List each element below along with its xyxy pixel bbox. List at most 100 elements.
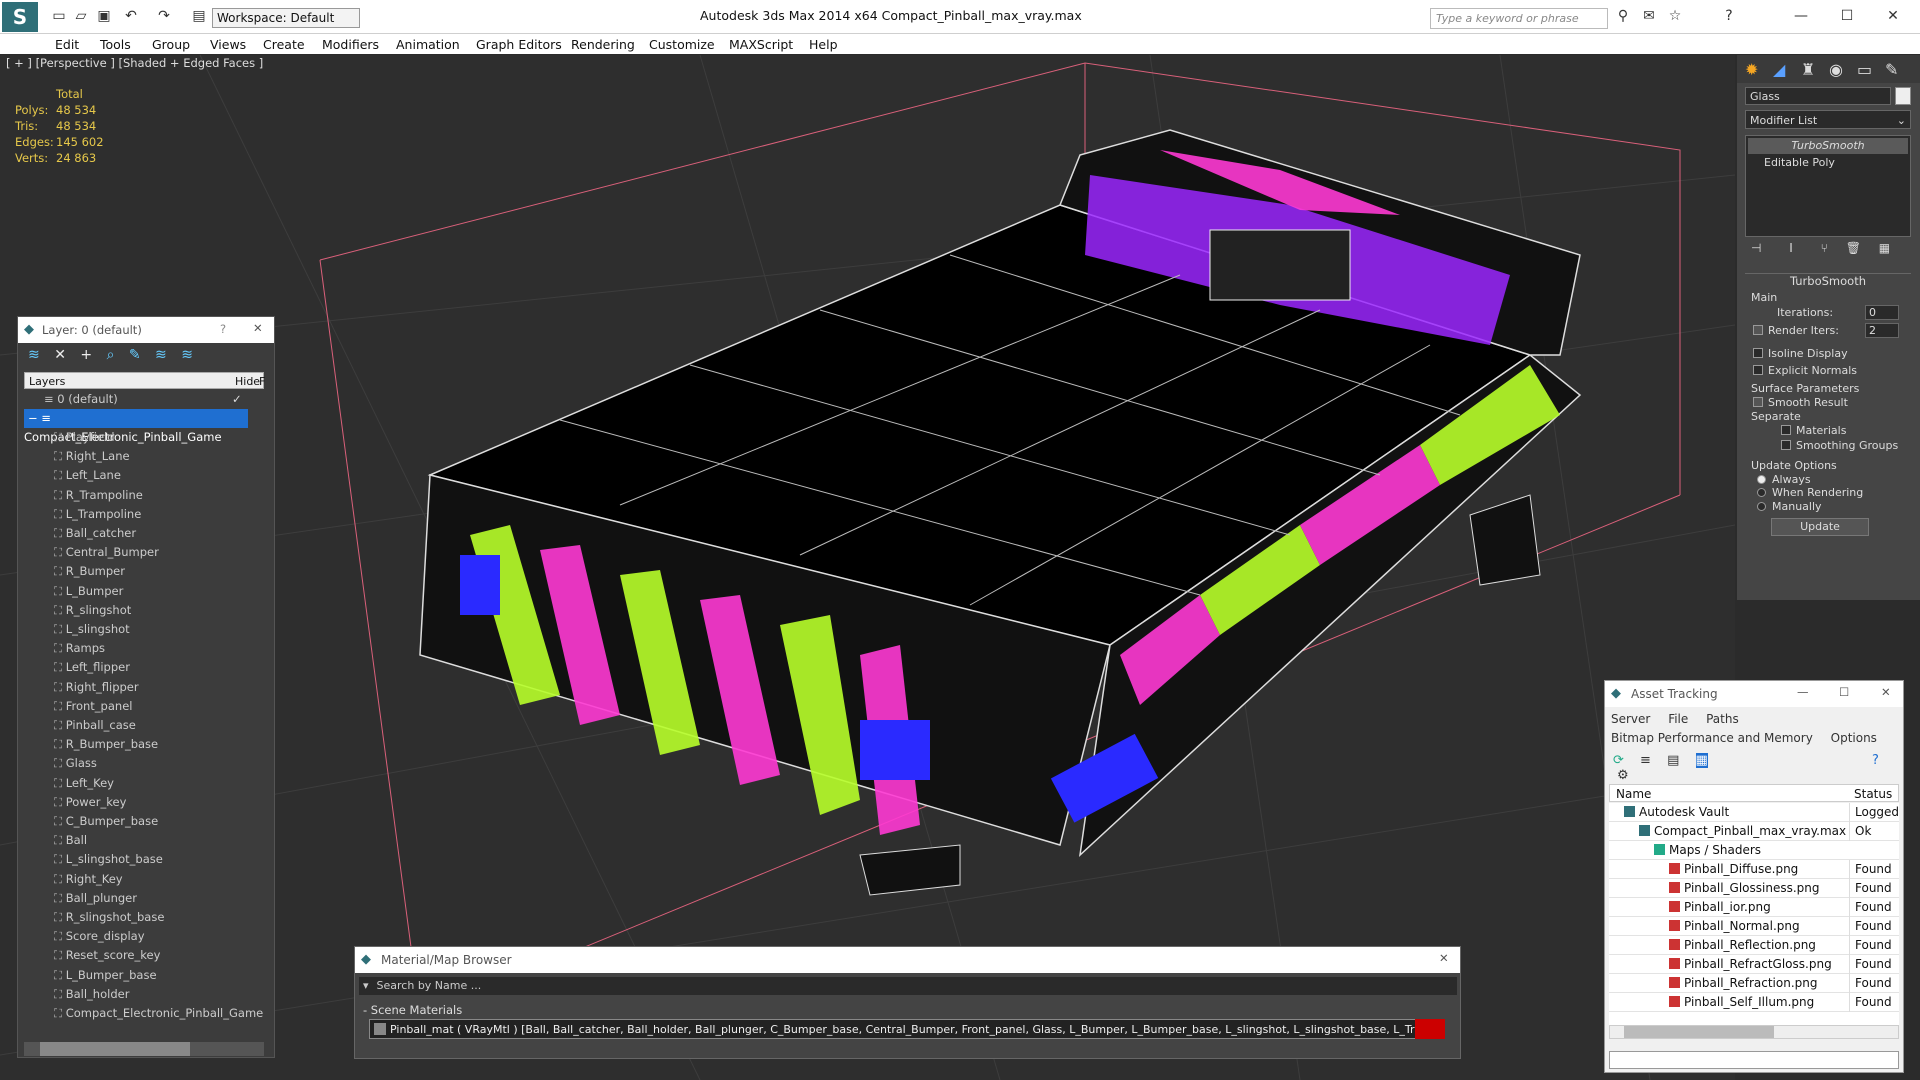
list-item[interactable]: ⛶ Pinball_case: [24, 716, 264, 735]
isoline-checkbox[interactable]: [1753, 348, 1763, 358]
list-item[interactable]: ⛶ Power_key: [24, 793, 264, 812]
col-hide[interactable]: Hide: [235, 375, 260, 388]
modify-tab-icon[interactable]: ◢: [1773, 60, 1785, 79]
make-unique-icon[interactable]: ⑂: [1821, 241, 1828, 255]
update-button[interactable]: Update: [1771, 518, 1869, 536]
list-item[interactable]: ⛶ R_Bumper: [24, 562, 264, 581]
list-view-icon[interactable]: ≡: [1640, 753, 1651, 768]
asset-scrollbar[interactable]: [1609, 1025, 1899, 1039]
display-tab-icon[interactable]: ▭: [1857, 60, 1872, 79]
list-item[interactable]: ⛶ L_Bumper_base: [24, 966, 264, 985]
col-f[interactable]: F: [259, 375, 265, 388]
close-icon[interactable]: ✕: [1881, 685, 1891, 699]
list-item[interactable]: ⛶ Compact_Electronic_Pinball_Game: [24, 1004, 264, 1023]
hide-all-icon[interactable]: ≋: [155, 347, 167, 363]
list-item[interactable]: ⛶ Front_panel: [24, 697, 264, 716]
table-row[interactable]: Maps / Shaders: [1609, 841, 1899, 860]
redo-icon[interactable]: ↷: [155, 7, 173, 25]
list-item[interactable]: ⛶ Right_Key: [24, 870, 264, 889]
layer-default-row[interactable]: ≡ 0 (default) ✓: [24, 390, 264, 409]
table-row[interactable]: Pinball_RefractGloss.png Found: [1609, 955, 1899, 974]
list-item[interactable]: ⛶ Ball_holder: [24, 985, 264, 1004]
iterations-spinner[interactable]: 0: [1865, 305, 1899, 320]
menu-animation[interactable]: Animation: [396, 37, 460, 52]
layer-list-scrollbar[interactable]: [24, 1042, 264, 1056]
list-item[interactable]: ⛶ L_Bumper: [24, 582, 264, 601]
list-item[interactable]: ⛶ L_slingshot_base: [24, 850, 264, 869]
stack-item-editable-poly[interactable]: Editable Poly: [1746, 156, 1910, 169]
list-item[interactable]: ⛶ R_slingshot_base: [24, 908, 264, 927]
table-row[interactable]: Compact_Pinball_max_vray.max Ok: [1609, 822, 1899, 841]
list-item[interactable]: ⛶ Ball_plunger: [24, 889, 264, 908]
close-icon[interactable]: ✕: [1439, 951, 1449, 965]
stack-item-turbosmooth[interactable]: TurboSmooth: [1748, 138, 1908, 154]
help-icon[interactable]: ?: [1720, 7, 1738, 25]
materials-checkbox[interactable]: [1781, 425, 1791, 435]
workspace-dropdown[interactable]: Workspace: Default: [212, 8, 360, 28]
pin-stack-icon[interactable]: ⊣: [1751, 241, 1761, 255]
menu-create[interactable]: Create: [263, 37, 305, 52]
collapse-icon[interactable]: − ≡: [28, 411, 51, 425]
material-entry[interactable]: Pinball_mat ( VRayMtl ) [Ball, Ball_catc…: [369, 1019, 1445, 1039]
close-icon[interactable]: ✕: [253, 321, 263, 335]
menu-customize[interactable]: Customize: [649, 37, 715, 52]
list-item[interactable]: ⛶ Left_Lane: [24, 466, 264, 485]
settings-icon[interactable]: ⚙: [1617, 768, 1629, 783]
menu-bitmap-performance[interactable]: Bitmap Performance and Memory: [1611, 731, 1813, 745]
menu-views[interactable]: Views: [210, 37, 246, 52]
menu-group[interactable]: Group: [152, 37, 190, 52]
render-iters-checkbox[interactable]: [1753, 325, 1763, 335]
turbosmooth-rollout-title[interactable]: TurboSmooth: [1745, 273, 1911, 288]
table-row[interactable]: Pinball_Glossiness.png Found: [1609, 879, 1899, 898]
scene-materials-header[interactable]: - Scene Materials: [363, 1003, 462, 1017]
maximize-icon[interactable]: ☐: [1839, 685, 1849, 699]
menu-options[interactable]: Options: [1831, 731, 1877, 745]
menu-help[interactable]: Help: [809, 37, 838, 52]
favorites-icon[interactable]: ☆: [1666, 7, 1684, 25]
menu-file[interactable]: File: [1668, 712, 1688, 726]
menu-rendering[interactable]: Rendering: [571, 37, 635, 52]
menu-modifiers[interactable]: Modifiers: [322, 37, 379, 52]
configure-sets-icon[interactable]: ▦: [1879, 241, 1890, 255]
menu-maxscript[interactable]: MAXScript: [729, 37, 793, 52]
table-row[interactable]: Autodesk Vault Logged: [1609, 803, 1899, 822]
asset-path-field[interactable]: [1609, 1051, 1899, 1069]
object-color-swatch[interactable]: [1895, 87, 1911, 105]
help-icon[interactable]: ?: [1872, 753, 1879, 768]
list-item[interactable]: ⛶ Glass: [24, 754, 264, 773]
layers-icon[interactable]: ≋: [28, 347, 40, 363]
list-item[interactable]: ⛶ Ball_catcher: [24, 524, 264, 543]
project-folder-icon[interactable]: ▤: [190, 7, 208, 25]
add-layer-icon[interactable]: +: [80, 347, 92, 363]
maximize-icon[interactable]: ☐: [1838, 7, 1856, 25]
list-item[interactable]: ⛶ L_Trampoline: [24, 505, 264, 524]
freeze-all-icon[interactable]: ≋: [181, 347, 193, 363]
menu-paths[interactable]: Paths: [1706, 712, 1739, 726]
list-item[interactable]: ⛶ Left_flipper: [24, 658, 264, 677]
search-input[interactable]: Type a keyword or phrase: [1430, 8, 1608, 29]
new-file-icon[interactable]: ▭: [50, 7, 68, 25]
motion-tab-icon[interactable]: ◉: [1829, 60, 1843, 79]
layer-selected-row[interactable]: − ≡ Compact_Electronic_Pinball_Game: [24, 409, 248, 444]
communication-center-icon[interactable]: ✉: [1640, 7, 1658, 25]
save-icon[interactable]: ▣: [95, 7, 113, 25]
binoculars-icon[interactable]: ⚲: [1614, 7, 1632, 25]
scroll-thumb[interactable]: [1624, 1026, 1774, 1038]
col-layers[interactable]: Layers: [29, 375, 65, 388]
highlight-layer-icon[interactable]: ✎: [129, 347, 141, 363]
table-row[interactable]: Pinball_ior.png Found: [1609, 898, 1899, 917]
menu-server[interactable]: Server: [1611, 712, 1650, 726]
list-item[interactable]: ⛶ R_Bumper_base: [24, 735, 264, 754]
table-row[interactable]: Pinball_Refraction.png Found: [1609, 974, 1899, 993]
object-name-field[interactable]: Glass: [1745, 87, 1891, 105]
table-view-icon[interactable]: ▦: [1695, 753, 1708, 768]
list-item[interactable]: ⛶ R_Trampoline: [24, 486, 264, 505]
material-search-field[interactable]: ▾ Search by Name ...: [359, 977, 1457, 995]
select-objects-icon[interactable]: ⌕: [107, 347, 115, 363]
list-item[interactable]: ⛶ C_Bumper_base: [24, 812, 264, 831]
viewport-label[interactable]: [ + ] [Perspective ] [Shaded + Edged Fac…: [6, 56, 263, 70]
open-file-icon[interactable]: ▱: [72, 7, 90, 25]
col-name[interactable]: Name: [1616, 787, 1651, 801]
close-icon[interactable]: ✕: [1884, 7, 1902, 25]
utilities-tab-icon[interactable]: ✎: [1885, 60, 1898, 79]
